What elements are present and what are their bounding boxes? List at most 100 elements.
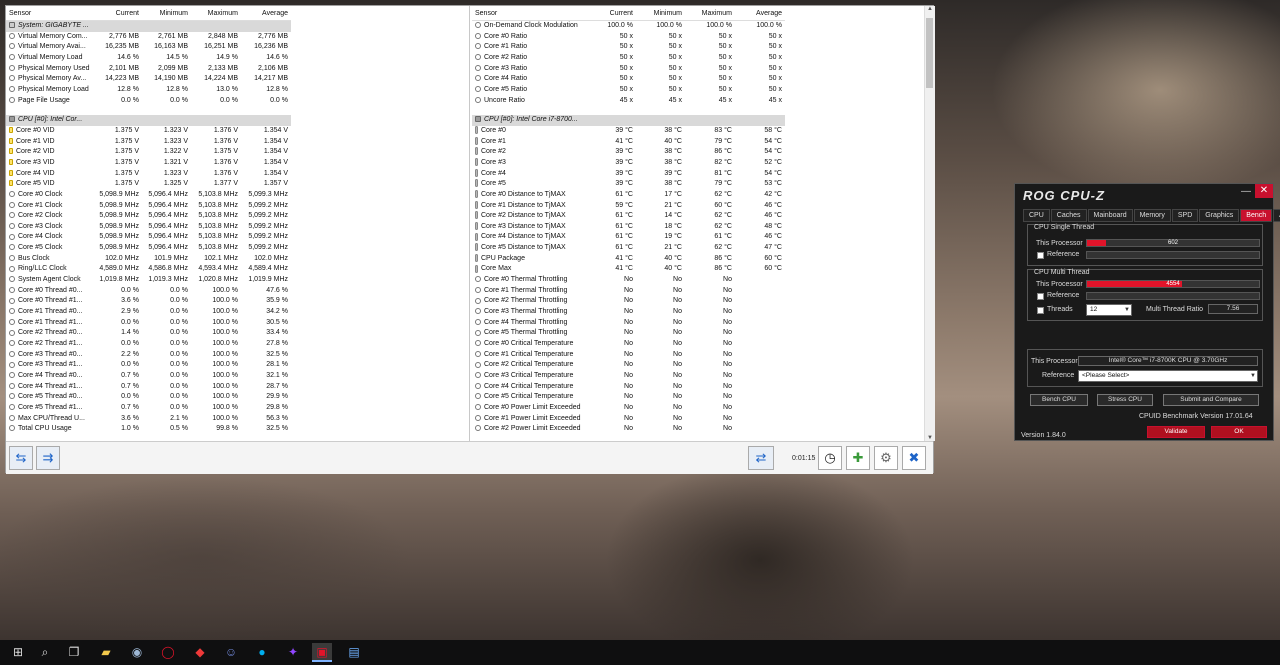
- sensor-row[interactable]: Core #2 Ratio 50 x 50 x 50 x 50 x: [472, 53, 785, 64]
- sensor-row[interactable]: Core #5 VID 1.375 V 1.325 V 1.377 V 1.357 V: [6, 179, 291, 190]
- sensor-row[interactable]: Core #3 Thread #1... 0.0 % 0.0 % 100.0 % 28.…: [6, 360, 291, 371]
- column-header-current[interactable]: Current: [94, 6, 142, 21]
- sensor-row[interactable]: Ring/LLC Clock 4,589.0 MHz 4,586.8 MHz 4,59…: [6, 264, 291, 275]
- multi-reference-checkbox[interactable]: [1037, 293, 1044, 300]
- sensor-row[interactable]: Core #3 Thread #0... 2.2 % 0.0 % 100.0 % 32.…: [6, 350, 291, 361]
- sensor-row[interactable]: System Agent Clock 1,019.8 MHz 1,019.3 MHz…: [6, 275, 291, 286]
- task-view-icon[interactable]: ❐: [64, 643, 84, 662]
- vertical-scrollbar[interactable]: ▲ ▼: [924, 6, 935, 441]
- vivaldi-icon[interactable]: ◆: [190, 643, 210, 662]
- sensor-row[interactable]: Core #4 Thread #0... 0.7 % 0.0 % 100.0 % 32.…: [6, 371, 291, 382]
- sensor-group-row[interactable]: CPU [#0]: Intel Cor...: [6, 115, 291, 126]
- column-header-minimum[interactable]: Minimum: [142, 6, 191, 21]
- close-icon[interactable]: ✖: [902, 446, 926, 470]
- column-header-sensor[interactable]: Sensor: [6, 6, 94, 21]
- sensor-row[interactable]: Core #5 Distance to TjMAX 61 °C 21 °C 62 °C…: [472, 243, 785, 254]
- skype-icon[interactable]: ●: [252, 643, 272, 662]
- sensor-row[interactable]: Core #1 Clock 5,098.9 MHz 5,096.4 MHz 5,103…: [6, 201, 291, 212]
- sensor-row[interactable]: Core #2 Thread #0... 1.4 % 0.0 % 100.0 % 33.…: [6, 328, 291, 339]
- sensor-row[interactable]: Core #5 39 °C 38 °C 79 °C 53 °C: [472, 179, 785, 190]
- chevron-down-icon[interactable]: ▼: [1124, 305, 1130, 315]
- bench-cpu-button[interactable]: Bench CPU: [1030, 394, 1088, 406]
- twitch-icon[interactable]: ✦: [283, 643, 303, 662]
- reference-select[interactable]: <Please Select> ▼: [1078, 370, 1258, 382]
- sensor-row[interactable]: Core #5 Clock 5,098.9 MHz 5,096.4 MHz 5,103…: [6, 243, 291, 254]
- sensor-row[interactable]: CPU Package 41 °C 40 °C 86 °C 60 °C: [472, 253, 785, 265]
- sensor-row[interactable]: Core #5 Thread #0... 0.0 % 0.0 % 100.0 % 29.…: [6, 392, 291, 403]
- sensor-row[interactable]: Core #4 Thermal Throttling No No No: [472, 318, 785, 329]
- sensor-row[interactable]: Core #0 Thermal Throttling No No No: [472, 275, 785, 286]
- sensor-row[interactable]: Core #1 41 °C 40 °C 79 °C 54 °C: [472, 136, 785, 148]
- sensor-row[interactable]: Core #5 Thermal Throttling No No No: [472, 328, 785, 339]
- sensor-row[interactable]: Core #4 Critical Temperature No No No: [472, 382, 785, 393]
- sensor-row[interactable]: On-Demand Clock Modulation 100.0 % 100.0 %…: [472, 21, 785, 32]
- column-header-current[interactable]: Current: [588, 6, 636, 21]
- close-icon[interactable]: ✕: [1255, 184, 1273, 198]
- sensor-row[interactable]: Core #1 Critical Temperature No No No: [472, 350, 785, 361]
- hwinfo-icon[interactable]: ▤: [344, 643, 364, 662]
- tab-bench[interactable]: Bench: [1240, 209, 1273, 222]
- sensor-row[interactable]: Core #4 Clock 5,098.9 MHz 5,096.4 MHz 5,103…: [6, 232, 291, 243]
- column-header-maximum[interactable]: Maximum: [685, 6, 735, 21]
- sensor-row[interactable]: Core #2 Power Limit Exceeded No No No: [472, 424, 785, 435]
- threads-select[interactable]: 12 ▼: [1086, 304, 1132, 316]
- minimize-icon[interactable]: —: [1241, 186, 1251, 197]
- sensor-row[interactable]: Core #0 Ratio 50 x 50 x 50 x 50 x: [472, 32, 785, 43]
- sensor-row[interactable]: Core #4 Thread #1... 0.7 % 0.0 % 100.0 % 28.…: [6, 382, 291, 393]
- tab-mainboard[interactable]: Mainboard: [1087, 209, 1133, 222]
- sensor-row[interactable]: Core #4 VID 1.375 V 1.323 V 1.376 V 1.354 V: [6, 169, 291, 180]
- sensor-row[interactable]: Physical Memory Used 2,101 MB 2,099 MB 2,13…: [6, 64, 291, 75]
- sensor-row[interactable]: Core #1 Thermal Throttling No No No: [472, 286, 785, 297]
- validate-button[interactable]: Validate: [1147, 426, 1205, 438]
- chevron-down-icon[interactable]: ▼: [1250, 371, 1256, 381]
- sensor-row[interactable]: Core #1 Thread #0... 2.9 % 0.0 % 100.0 % 34.…: [6, 307, 291, 318]
- sensor-row[interactable]: Uncore Ratio 45 x 45 x 45 x 45 x: [472, 96, 785, 107]
- scrollbar-thumb[interactable]: [926, 18, 933, 88]
- tab-graphics[interactable]: Graphics: [1199, 209, 1240, 222]
- sensor-row[interactable]: Core #0 VID 1.375 V 1.323 V 1.376 V 1.354 V: [6, 126, 291, 137]
- sensor-row[interactable]: Core #2 Critical Temperature No No No: [472, 360, 785, 371]
- discord-icon[interactable]: ☺: [221, 643, 241, 662]
- sensor-row[interactable]: Core #0 Critical Temperature No No No: [472, 339, 785, 350]
- column-header-average[interactable]: Average: [735, 6, 785, 21]
- sensor-row[interactable]: Core #0 Thread #1... 3.6 % 0.0 % 100.0 % 35.…: [6, 296, 291, 307]
- sensor-row[interactable]: Core #2 Thread #1... 0.0 % 0.0 % 100.0 % 27.…: [6, 339, 291, 350]
- sensor-row[interactable]: Core #3 Ratio 50 x 50 x 50 x 50 x: [472, 64, 785, 75]
- sensor-row[interactable]: Core #5 Ratio 50 x 50 x 50 x 50 x: [472, 85, 785, 96]
- sensor-row[interactable]: Core #0 Distance to TjMAX 61 °C 17 °C 62 °C…: [472, 190, 785, 201]
- sensor-row[interactable]: Core #3 Distance to TjMAX 61 °C 18 °C 62 °C…: [472, 221, 785, 233]
- stress-cpu-button[interactable]: Stress CPU: [1097, 394, 1153, 406]
- sensor-row[interactable]: Core #3 VID 1.375 V 1.321 V 1.376 V 1.354 V: [6, 158, 291, 169]
- sensor-row[interactable]: Core #3 Thermal Throttling No No No: [472, 307, 785, 318]
- scroll-up-icon[interactable]: ▲: [925, 6, 935, 12]
- submit-compare-button[interactable]: Submit and Compare: [1163, 394, 1259, 406]
- sensor-row[interactable]: Physical Memory Load 12.8 % 12.8 % 13.0 % 12…: [6, 85, 291, 96]
- column-header-sensor[interactable]: Sensor: [472, 6, 588, 21]
- sensor-row[interactable]: Virtual Memory Avai... 16,235 MB 16,163 MB…: [6, 42, 291, 53]
- sensor-row[interactable]: Physical Memory Av... 14,223 MB 14,190 MB 1…: [6, 74, 291, 85]
- sensor-row[interactable]: Core #1 Power Limit Exceeded No No No: [472, 414, 785, 425]
- add-report-icon[interactable]: ✚: [846, 446, 870, 470]
- sensor-row[interactable]: Page File Usage 0.0 % 0.0 % 0.0 % 0.0 %: [6, 96, 291, 107]
- sensor-row[interactable]: Virtual Memory Load 14.6 % 14.5 % 14.9 % 14.…: [6, 53, 291, 64]
- sensor-row[interactable]: Core #2 Thermal Throttling No No No: [472, 296, 785, 307]
- sensor-row[interactable]: Core #5 Thread #1... 0.7 % 0.0 % 100.0 % 29.…: [6, 403, 291, 414]
- ok-button[interactable]: OK: [1211, 426, 1267, 438]
- sensor-row[interactable]: Core #3 39 °C 38 °C 82 °C 52 °C: [472, 158, 785, 169]
- sensor-row[interactable]: Total CPU Usage 1.0 % 0.5 % 99.8 % 32.5 %: [6, 424, 291, 435]
- move-left-right-icon[interactable]: ⇆: [9, 446, 33, 470]
- search-icon[interactable]: ⌕: [35, 643, 55, 662]
- network-icon[interactable]: ⇄: [748, 446, 774, 470]
- threads-checkbox[interactable]: [1037, 307, 1044, 314]
- steam-icon[interactable]: ◉: [127, 643, 147, 662]
- tab-caches[interactable]: Caches: [1050, 209, 1087, 222]
- sensor-row[interactable]: Core #0 39 °C 38 °C 83 °C 58 °C: [472, 126, 785, 137]
- tab-about[interactable]: About: [1273, 209, 1280, 222]
- sensor-row[interactable]: Core #2 39 °C 38 °C 86 °C 54 °C: [472, 147, 785, 158]
- sensor-row[interactable]: Core #3 Critical Temperature No No No: [472, 371, 785, 382]
- single-reference-checkbox[interactable]: [1037, 252, 1044, 259]
- rog-cpuz-icon[interactable]: ▣: [312, 643, 332, 662]
- column-header-average[interactable]: Average: [241, 6, 291, 21]
- column-header-minimum[interactable]: Minimum: [636, 6, 685, 21]
- sensor-row[interactable]: Core #1 Ratio 50 x 50 x 50 x 50 x: [472, 42, 785, 53]
